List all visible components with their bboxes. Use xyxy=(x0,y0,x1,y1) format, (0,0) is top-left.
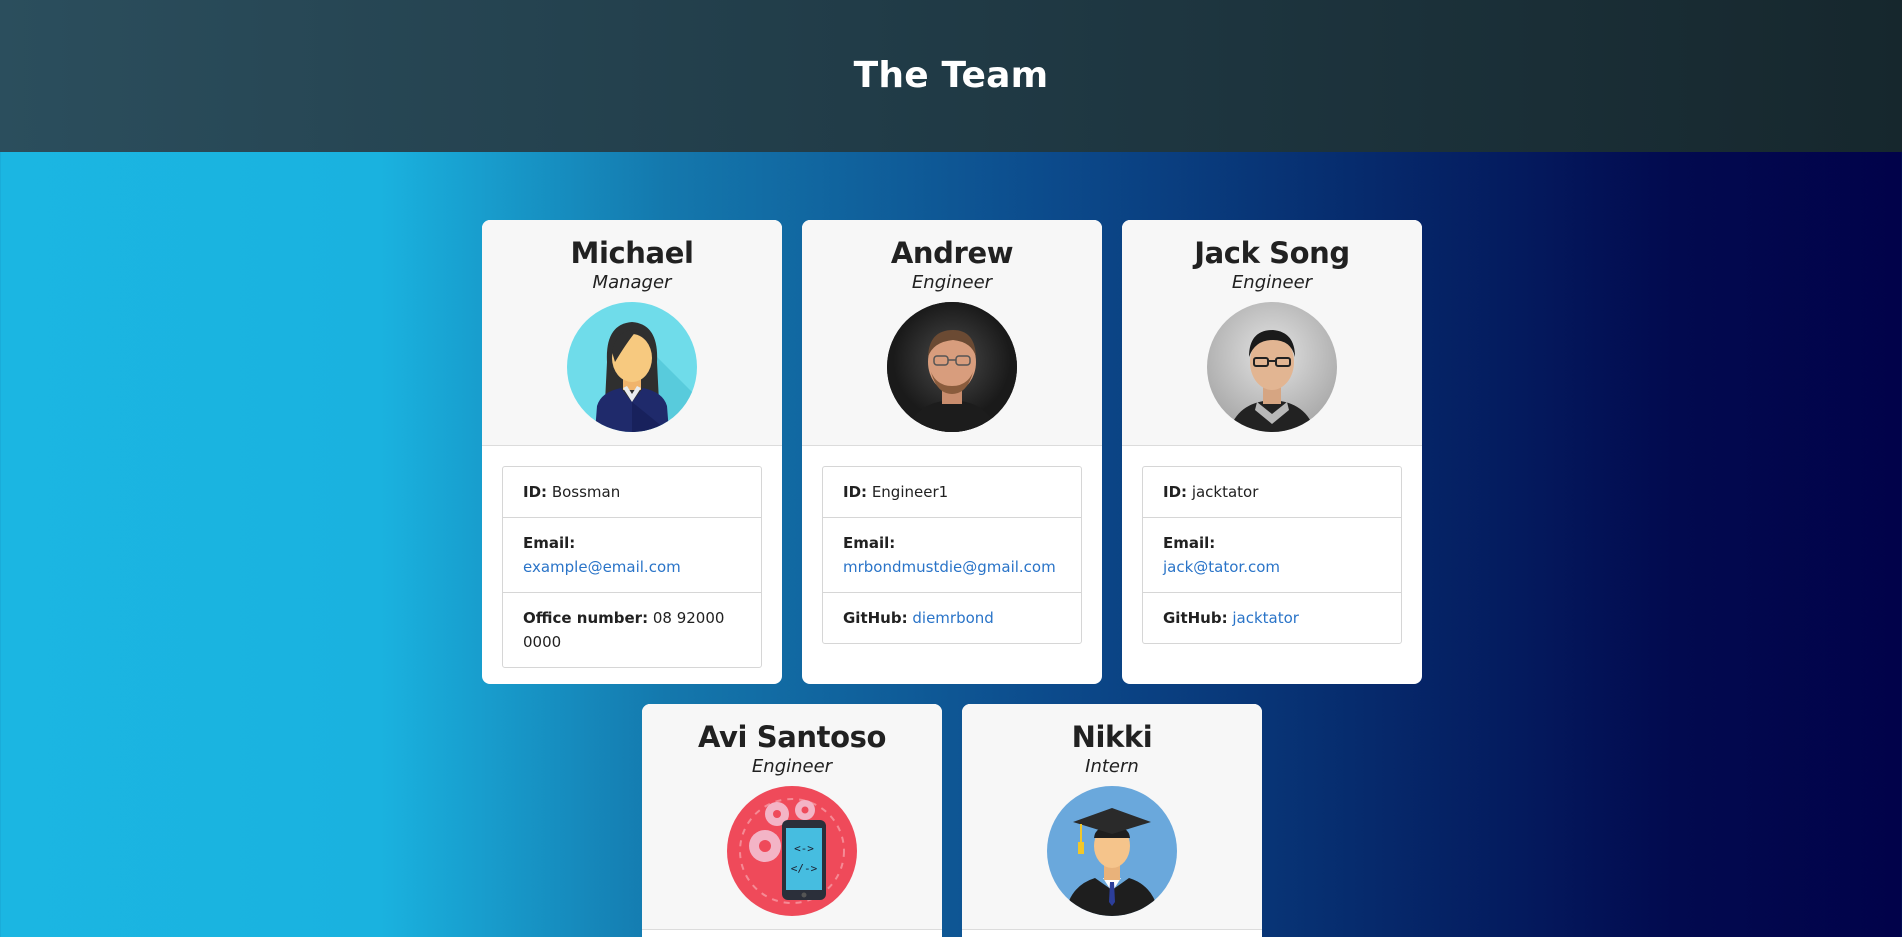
manager-woman-icon xyxy=(567,302,697,432)
member-email: Email: mrbondmustdie@gmail.com xyxy=(823,518,1081,593)
info-list: ID: Bossman Email: example@email.com Off… xyxy=(502,466,762,668)
member-name: Michael xyxy=(570,236,694,270)
id-label: ID: xyxy=(1163,483,1188,501)
github: GitHub: diemrbond xyxy=(823,593,1081,643)
id-label: ID: xyxy=(843,483,868,501)
member-photo xyxy=(1207,302,1337,432)
card-body: ID: jacktator Email: jack@tator.com GitH… xyxy=(1122,446,1422,664)
email-label: Email: xyxy=(843,534,896,552)
member-name: Avi Santoso xyxy=(697,720,887,754)
github: GitHub: jacktator xyxy=(1143,593,1401,643)
member-id: ID: Engineer1 xyxy=(823,467,1081,518)
email-label: Email: xyxy=(523,534,576,552)
svg-text:<->: <-> xyxy=(794,842,814,855)
team-card-engineer: Avi Santoso Engineer <-> </-> xyxy=(642,704,942,937)
card-header: Avi Santoso Engineer <-> </-> xyxy=(642,704,942,930)
svg-text:</->: </-> xyxy=(791,862,818,875)
team-card-engineer: Jack Song Engineer ID: jacktator Email: … xyxy=(1122,220,1422,684)
member-role: Engineer xyxy=(1231,272,1313,293)
team-card-engineer: Andrew Engineer ID: Engineer1 Email: mrb… xyxy=(802,220,1102,684)
card-header: Jack Song Engineer xyxy=(1122,220,1422,446)
member-email: Email: example@email.com xyxy=(503,518,761,593)
github-link[interactable]: diemrbond xyxy=(912,609,993,627)
member-id: ID: jacktator xyxy=(1143,467,1401,518)
email-link[interactable]: jack@tator.com xyxy=(1163,558,1280,576)
mobile-dev-icon: <-> </-> xyxy=(727,786,857,916)
id-value: Engineer1 xyxy=(871,483,949,501)
id-value: Bossman xyxy=(551,483,621,501)
member-name: Nikki xyxy=(1071,720,1153,754)
page-title: The Team xyxy=(853,54,1049,96)
github-link[interactable]: jacktator xyxy=(1232,609,1299,627)
member-name: Andrew xyxy=(890,236,1014,270)
card-header: Michael Manager xyxy=(482,220,782,446)
email-link[interactable]: example@email.com xyxy=(523,558,681,576)
member-id: ID: Bossman xyxy=(503,467,761,518)
card-header: Andrew Engineer xyxy=(802,220,1102,446)
member-role: Manager xyxy=(592,272,672,293)
member-role: Engineer xyxy=(911,272,993,293)
member-name: Jack Song xyxy=(1194,236,1350,270)
member-role: Engineer xyxy=(751,756,833,777)
card-body: ID: Bossman Email: example@email.com Off… xyxy=(482,446,782,684)
info-list: ID: jacktator Email: jack@tator.com GitH… xyxy=(1142,466,1402,644)
office-number-label: Office number: xyxy=(523,609,649,627)
id-value: jacktator xyxy=(1191,483,1259,501)
member-email: Email: jack@tator.com xyxy=(1143,518,1401,593)
info-list: ID: Engineer1 Email: mrbondmustdie@gmail… xyxy=(822,466,1082,644)
member-role: Intern xyxy=(1085,756,1139,777)
card-body: ID: Engineer1 Email: mrbondmustdie@gmail… xyxy=(802,446,1102,664)
id-label: ID: xyxy=(523,483,548,501)
email-link[interactable]: mrbondmustdie@gmail.com xyxy=(843,558,1056,576)
github-label: GitHub: xyxy=(1163,609,1228,627)
github-label: GitHub: xyxy=(843,609,908,627)
page-header: The Team xyxy=(0,0,1902,152)
email-label: Email: xyxy=(1163,534,1216,552)
card-header: Nikki Intern xyxy=(962,704,1262,930)
office-number: Office number: 08 92000 0000 xyxy=(503,593,761,667)
team-card-intern: Nikki Intern xyxy=(962,704,1262,937)
graduate-icon xyxy=(1047,786,1177,916)
team-card-manager: Michael Manager ID: Bossman Email: examp… xyxy=(482,220,782,684)
member-photo xyxy=(887,302,1017,432)
